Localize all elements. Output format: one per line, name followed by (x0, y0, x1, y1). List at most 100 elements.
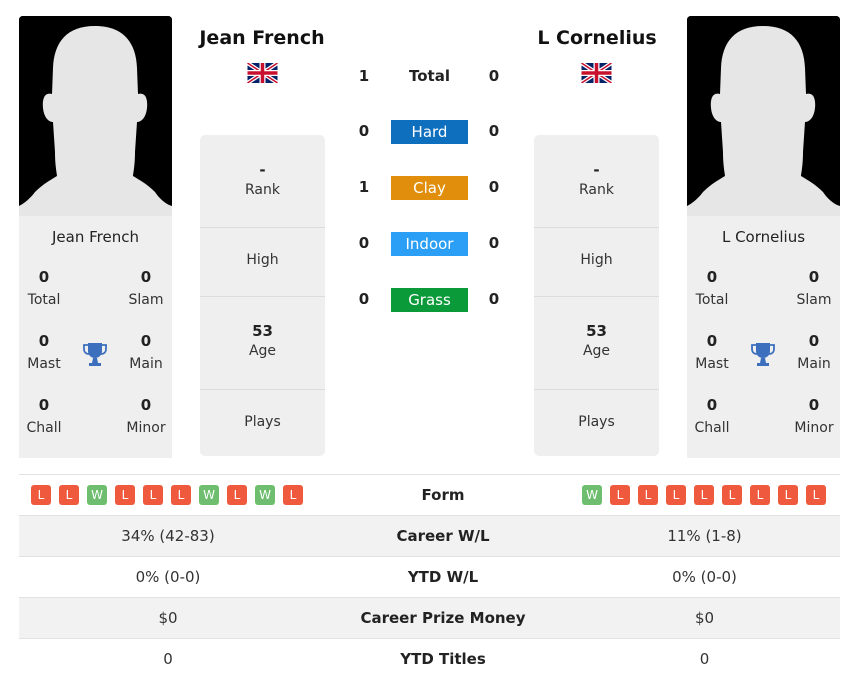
player-right-name[interactable]: L Cornelius (507, 27, 687, 49)
stat-value: 0 (38, 396, 50, 414)
h2h-total-label: Total (409, 67, 450, 85)
silhouette-icon (687, 16, 840, 216)
stat-value: 0 (140, 268, 152, 286)
stat-value: 0 (706, 396, 718, 414)
player-left-card-name[interactable]: Jean French (19, 228, 172, 246)
player-right-info: - Rank High 53 Age Plays (534, 135, 659, 456)
info-high: High (200, 228, 325, 297)
form-label: Form (421, 486, 465, 504)
stat-value: 0 (808, 396, 820, 414)
form-loss-badge[interactable]: L (31, 485, 51, 505)
form-loss-badge[interactable]: L (722, 485, 742, 505)
player-right-card: L Cornelius 0 Total 0 Slam 0 Mast 0 Main… (687, 216, 840, 458)
form-loss-badge[interactable]: L (143, 485, 163, 505)
stat-mast: 0 Mast (14, 332, 74, 372)
form-loss-badge[interactable]: L (778, 485, 798, 505)
right-value: 0 (699, 650, 710, 668)
stat-value: 0 (808, 332, 820, 350)
info-value: 53 (252, 322, 273, 340)
right-value: 11% (1-8) (667, 527, 742, 545)
player-left-name[interactable]: Jean French (172, 27, 352, 49)
table-row: 34% (42-83) Career W/L 11% (1-8) (19, 515, 840, 556)
h2h-right-value: 0 (488, 178, 500, 196)
form-loss-badge[interactable]: L (638, 485, 658, 505)
stat-slam: 0 Slam (116, 268, 176, 308)
left-value: 0 (163, 650, 173, 668)
stat-label: Chall (26, 420, 62, 436)
stat-label: Chall (694, 420, 730, 436)
form-loss-badge[interactable]: L (59, 485, 79, 505)
form-loss-badge[interactable]: L (115, 485, 135, 505)
stat-main: 0 Main (784, 332, 844, 372)
stat-total: 0 Total (14, 268, 74, 308)
surface-badge-grass[interactable]: Grass (391, 288, 468, 312)
player-left-photo (19, 16, 172, 216)
h2h-total-row: 1 Total 0 (340, 65, 520, 89)
info-label: Rank (245, 182, 280, 198)
info-label: Age (248, 343, 277, 359)
form-loss-badge[interactable]: L (694, 485, 714, 505)
stat-label: Main (797, 356, 831, 372)
stat-slam: 0 Slam (784, 268, 844, 308)
stat-value: 0 (38, 268, 50, 286)
stat-label: Slam (128, 292, 164, 308)
info-label: High (246, 252, 279, 268)
info-label: High (580, 252, 613, 268)
stat-label: Slam (796, 292, 832, 308)
form-loss-badge[interactable]: L (227, 485, 247, 505)
form-win-badge[interactable]: W (255, 485, 275, 505)
right-value: 0% (0-0) (672, 568, 737, 586)
right-value: $0 (694, 609, 715, 627)
h2h-right-value: 0 (488, 290, 500, 308)
surface-badge-clay[interactable]: Clay (391, 176, 468, 200)
info-rank: - Rank (534, 135, 659, 228)
stat-label: Total (27, 292, 61, 308)
stat-value: 0 (140, 396, 152, 414)
info-plays: Plays (534, 390, 659, 456)
info-rank: - Rank (200, 135, 325, 228)
info-label: Rank (579, 182, 614, 198)
trophy-icon (751, 341, 775, 367)
info-value: - (593, 161, 600, 179)
stat-label: Minor (126, 420, 166, 436)
info-age: 53 Age (200, 297, 325, 390)
surface-badge-hard[interactable]: Hard (391, 120, 468, 144)
form-loss-badge[interactable]: L (750, 485, 770, 505)
info-plays: Plays (200, 390, 325, 456)
table-row: 0 YTD Titles 0 (19, 638, 840, 679)
left-value: 0% (0-0) (135, 568, 201, 586)
player-left-form: LLWLLLWLWL (31, 485, 303, 505)
h2h-left-value: 1 (358, 67, 370, 85)
stat-mast: 0 Mast (682, 332, 742, 372)
info-age: 53 Age (534, 297, 659, 390)
form-win-badge[interactable]: W (199, 485, 219, 505)
form-win-badge[interactable]: W (87, 485, 107, 505)
comparison-table: LLWLLLWLWL Form WLLLLLLLL 34% (42-83) Ca… (19, 474, 840, 679)
stat-label: Mast (27, 356, 61, 372)
player-left-card: Jean French 0 Total 0 Slam 0 Mast 0 Main… (19, 216, 172, 458)
h2h-hard-row: 0 Hard 0 (340, 120, 520, 144)
left-value: $0 (158, 609, 178, 627)
stat-main: 0 Main (116, 332, 176, 372)
player-right-form: WLLLLLLLL (582, 485, 826, 505)
table-row: $0 Career Prize Money $0 (19, 597, 840, 638)
surface-badge-indoor[interactable]: Indoor (391, 232, 468, 256)
player-right-card-name[interactable]: L Cornelius (687, 228, 840, 246)
h2h-indoor-row: 0 Indoor 0 (340, 232, 520, 256)
player-right-photo (687, 16, 840, 216)
form-win-badge[interactable]: W (582, 485, 602, 505)
h2h-grass-row: 0 Grass 0 (340, 288, 520, 312)
form-loss-badge[interactable]: L (666, 485, 686, 505)
stat-value: 0 (808, 268, 820, 286)
form-row: LLWLLLWLWL Form WLLLLLLLL (19, 474, 840, 515)
stat-total: 0 Total (682, 268, 742, 308)
info-high: High (534, 228, 659, 297)
form-loss-badge[interactable]: L (283, 485, 303, 505)
silhouette-icon (19, 16, 172, 216)
stat-label: Minor (794, 420, 834, 436)
form-loss-badge[interactable]: L (610, 485, 630, 505)
h2h-left-value: 1 (358, 178, 370, 196)
form-loss-badge[interactable]: L (171, 485, 191, 505)
stat-value: 0 (706, 332, 718, 350)
form-loss-badge[interactable]: L (806, 485, 826, 505)
